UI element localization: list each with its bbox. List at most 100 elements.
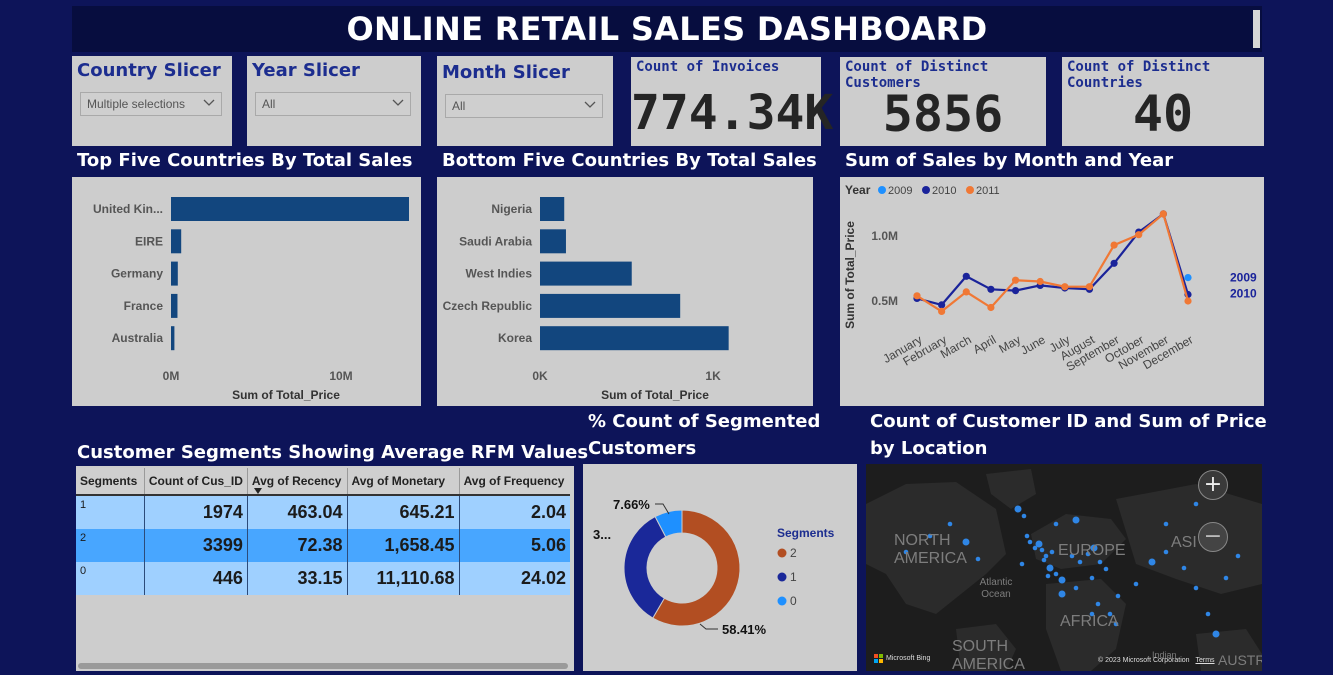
col-header-count[interactable]: Count of Cus_ID <box>144 468 248 496</box>
map-bubble[interactable] <box>1077 559 1083 565</box>
data-point <box>1011 276 1020 284</box>
map-bubble[interactable] <box>1049 549 1055 555</box>
bar-category-label: France <box>124 299 164 313</box>
cell-frequency: 2.04 <box>459 495 570 529</box>
bar <box>540 261 632 286</box>
map-label-austr: AUSTR <box>1218 652 1262 668</box>
cell-frequency: 5.06 <box>459 529 570 562</box>
bar-category-label: Nigeria <box>491 202 532 216</box>
year-dropdown[interactable]: All <box>255 92 411 116</box>
bar <box>540 197 565 221</box>
table-row[interactable]: 0 446 33.15 11,110.68 24.02 <box>76 562 570 595</box>
monthly-sales-title: Sum of Sales by Month and Year <box>845 150 1174 171</box>
data-point <box>1036 277 1044 286</box>
map-bubble[interactable] <box>1045 573 1051 579</box>
data-point <box>938 301 946 309</box>
map-bubble[interactable] <box>1235 553 1241 559</box>
table-horizontal-scrollbar[interactable] <box>78 663 568 669</box>
map-bubble[interactable] <box>1097 559 1103 565</box>
chevron-down-icon <box>203 99 215 106</box>
col-header-monetary[interactable]: Avg of Monetary <box>347 468 460 496</box>
map-bubble[interactable] <box>1021 513 1027 519</box>
map-bubble[interactable] <box>1027 539 1033 545</box>
scrollbar-handle[interactable] <box>1253 10 1260 48</box>
map-bubble[interactable] <box>1041 557 1047 563</box>
map-bubble[interactable] <box>1148 558 1156 566</box>
map-bubble[interactable] <box>1053 571 1059 577</box>
map-bubble[interactable] <box>1014 505 1022 513</box>
data-point <box>1184 297 1192 305</box>
month-dropdown-value: All <box>452 99 466 113</box>
table-row[interactable]: 1 1974 463.04 645.21 2.04 <box>76 495 570 529</box>
map-bubble[interactable] <box>1019 561 1025 567</box>
map-bubble[interactable] <box>1035 540 1043 548</box>
data-point <box>1110 259 1118 267</box>
map-bubble[interactable] <box>1053 521 1059 527</box>
map-bubble[interactable] <box>1058 590 1066 598</box>
donut-data-label: 58.41% <box>722 622 767 637</box>
series-line <box>916 211 1190 313</box>
map-bubble[interactable] <box>1043 553 1049 559</box>
table-row[interactable]: 2 3399 72.38 1,658.45 5.06 <box>76 529 570 562</box>
bottom-five-chart: Nigeria Saudi Arabia West Indies Czech Repu… <box>437 177 813 406</box>
cell-count: 3399 <box>144 529 248 562</box>
zoom-in-button[interactable]: + <box>1198 470 1228 500</box>
bar-category-label: EIRE <box>135 234 163 248</box>
map-bubble[interactable] <box>1073 585 1079 591</box>
col-header-segments[interactable]: Segments <box>76 468 145 496</box>
bottom-five-title: Bottom Five Countries By Total Sales <box>442 150 817 171</box>
map-bubble[interactable] <box>1181 565 1187 571</box>
x-tick-label: 10M <box>329 369 352 383</box>
bar <box>540 293 681 318</box>
map-bubble[interactable] <box>1223 575 1229 581</box>
data-point <box>1159 210 1167 218</box>
map-bubble[interactable] <box>1024 533 1030 539</box>
map-bubble[interactable] <box>1163 549 1169 555</box>
terms-link[interactable]: Terms <box>1196 657 1215 664</box>
map-bubble[interactable] <box>1193 585 1199 591</box>
map-bubble[interactable] <box>1058 576 1066 584</box>
country-dropdown[interactable]: Multiple selections <box>80 92 222 116</box>
bar-category-label: Saudi Arabia <box>459 234 532 248</box>
bar <box>171 293 178 318</box>
map-title-line2: by Location <box>870 438 988 459</box>
map-attribution: © 2023 Microsoft Corporation Terms <box>1098 657 1215 664</box>
map-bubble[interactable] <box>947 521 953 527</box>
map-bubble[interactable] <box>1133 581 1139 587</box>
cell-monetary: 11,110.68 <box>347 562 460 595</box>
month-dropdown[interactable]: All <box>445 94 603 118</box>
map-label-north-america: NORTH AMERICA <box>894 532 967 567</box>
bar-category-label: Czech Republic <box>443 299 533 313</box>
location-map[interactable]: NORTH AMERICA EUROPE ASI Atlantic Ocean … <box>866 464 1262 671</box>
data-point <box>1110 241 1118 249</box>
map-bubble[interactable] <box>1193 501 1199 507</box>
bar <box>540 326 729 351</box>
legend-label: 2011 <box>976 185 1000 197</box>
col-header-recency[interactable]: Avg of Recency <box>247 468 348 496</box>
map-bubble[interactable] <box>1072 516 1080 524</box>
map-bubble[interactable] <box>1103 566 1109 572</box>
bar-category-label: Australia <box>112 331 164 345</box>
data-point <box>1061 283 1069 291</box>
cell-frequency: 24.02 <box>459 562 570 595</box>
map-bubble[interactable] <box>975 556 981 562</box>
map-bubble[interactable] <box>1115 593 1121 599</box>
end-label: 2009 <box>1230 271 1257 285</box>
map-bubble[interactable] <box>1089 575 1095 581</box>
map-bubble[interactable] <box>1046 564 1054 572</box>
map-bubble[interactable] <box>1212 630 1220 638</box>
map-bubble[interactable] <box>1205 611 1211 617</box>
map-bubble[interactable] <box>1163 521 1169 527</box>
legend-marker <box>777 596 787 606</box>
donut-data-label: 3... <box>593 527 611 542</box>
kpi-card-customers: Count of Distinct Customers 5856 <box>840 57 1046 146</box>
dashboard-title: ONLINE RETAIL SALES DASHBOARD <box>346 10 988 48</box>
map-bubble[interactable] <box>1039 547 1045 553</box>
leader-line <box>699 623 718 630</box>
x-tick-label: 0M <box>163 369 180 383</box>
kpi-invoices-value: 774.34K <box>631 85 834 141</box>
segments-table-title: Customer Segments Showing Average RFM Va… <box>77 442 589 463</box>
col-header-frequency[interactable]: Avg of Frequency <box>459 468 570 496</box>
map-bubble[interactable] <box>1095 601 1101 607</box>
zoom-out-button[interactable]: − <box>1198 522 1228 552</box>
